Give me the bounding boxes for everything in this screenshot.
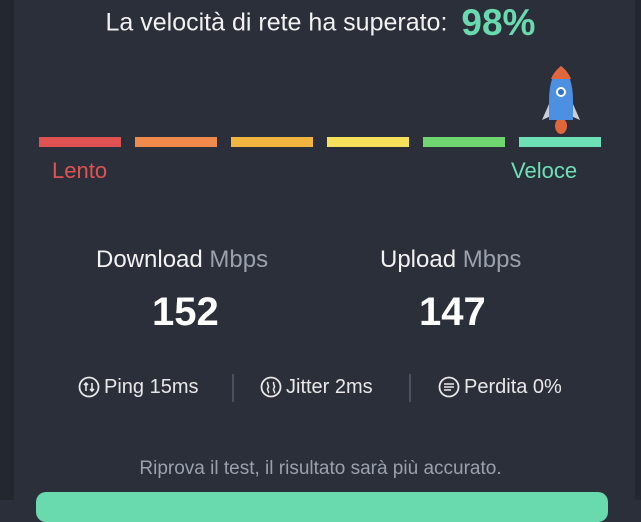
speed-scale-segment xyxy=(327,137,409,147)
upload-speed: 147 xyxy=(419,290,486,334)
jitter-stat: Jitter 2ms xyxy=(260,370,373,404)
upload-unit: Mbps xyxy=(462,246,522,273)
download-unit: Mbps xyxy=(209,246,269,273)
percentile-value: 98% xyxy=(461,2,536,43)
right-edge xyxy=(635,0,641,500)
left-edge xyxy=(0,0,14,500)
result-headline: La velocità di rete ha superato: 98% xyxy=(0,2,641,46)
packet-loss-text: Perdita 0% xyxy=(464,375,562,398)
packet-loss-stat: Perdita 0% xyxy=(438,370,562,404)
retest-button[interactable] xyxy=(36,492,608,522)
stats-divider xyxy=(409,374,411,402)
stats-divider xyxy=(232,374,234,402)
slow-label: Lento xyxy=(52,158,108,183)
ping-text: Ping 15ms xyxy=(104,375,199,398)
ping-icon xyxy=(78,376,100,398)
upload-label: Upload xyxy=(380,246,457,273)
packet-loss-icon xyxy=(438,376,460,398)
speed-scale-segment xyxy=(231,137,313,147)
retest-hint: Riprova il test, il risultato sarà più a… xyxy=(139,458,502,479)
upload-title: Upload Mbps xyxy=(380,246,521,274)
headline-text: La velocità di rete ha superato: xyxy=(105,8,448,37)
download-speed: 152 xyxy=(152,290,219,334)
rocket-icon xyxy=(542,66,580,134)
jitter-text: Jitter 2ms xyxy=(286,375,373,398)
speed-scale-segment xyxy=(423,137,505,147)
speed-scale-segment xyxy=(135,137,217,147)
download-label: Download xyxy=(96,246,203,273)
download-title: Download Mbps xyxy=(96,246,268,274)
speed-scale-segment xyxy=(519,137,601,147)
ping-stat: Ping 15ms xyxy=(78,370,199,404)
fast-label: Veloce xyxy=(511,158,578,183)
jitter-icon xyxy=(260,376,282,398)
speed-scale-segment xyxy=(39,137,121,147)
